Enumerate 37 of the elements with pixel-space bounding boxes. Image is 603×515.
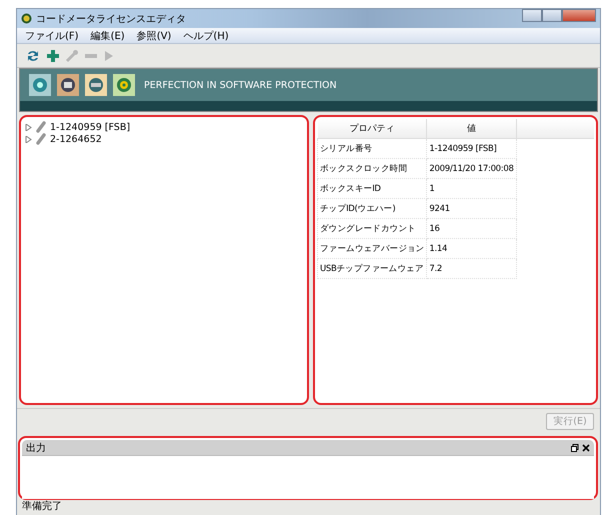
app-logo-icon [21,13,32,24]
window-title: コードメータライセンスエディタ [36,12,187,26]
column-header[interactable]: プロパティ [318,119,427,138]
property-value: 9241 [426,198,516,218]
property-value: 7.2 [426,258,516,278]
property-name: チップID(ウエハー) [318,198,427,218]
column-header[interactable]: 値 [426,119,516,138]
menu-item[interactable]: 編集(E) [88,28,127,42]
minimize-button[interactable] [522,9,542,22]
menu-item[interactable]: ヘルプ(H) [181,28,231,42]
property-name: ダウングレードカウント [318,218,427,238]
pin-icon[interactable] [571,444,579,452]
tree-label: 2-1264652 [50,134,102,144]
collapsed-arrow-icon[interactable] [25,136,32,142]
tree-item[interactable]: 1-1240959 [FSB] [25,121,303,133]
output-title: 出力 [26,442,47,454]
property-name: シリアル番号 [318,138,427,158]
property-name: ボックスキーID [318,178,427,198]
property-name: USBチップファームウェア [318,258,427,278]
tree-item[interactable]: 2-1264652 [25,133,303,145]
close-icon[interactable] [582,444,590,452]
close-button[interactable] [562,9,596,22]
property-value: 1-1240959 [FSB] [426,138,516,158]
menu-item[interactable]: ファイル(F) [23,28,81,42]
tree-label: 1-1240959 [FSB] [50,122,130,132]
property-value: 1 [426,178,516,198]
banner-tagline: PERFECTION IN SOFTWARE PROTECTION [144,80,337,90]
property-name: ファームウェアバージョン [318,238,427,258]
menu-item[interactable]: 参照(V) [134,28,174,42]
property-value: 1.14 [426,238,516,258]
plus-icon[interactable] [46,48,60,62]
property-value: 16 [426,218,516,238]
status-text: 準備完了 [22,500,62,513]
property-name: ボックスクロック時間 [318,158,427,178]
collapsed-arrow-icon[interactable] [25,124,32,130]
property-value: 2009/11/20 17:00:08 [426,158,516,178]
maximize-button[interactable] [542,9,562,22]
